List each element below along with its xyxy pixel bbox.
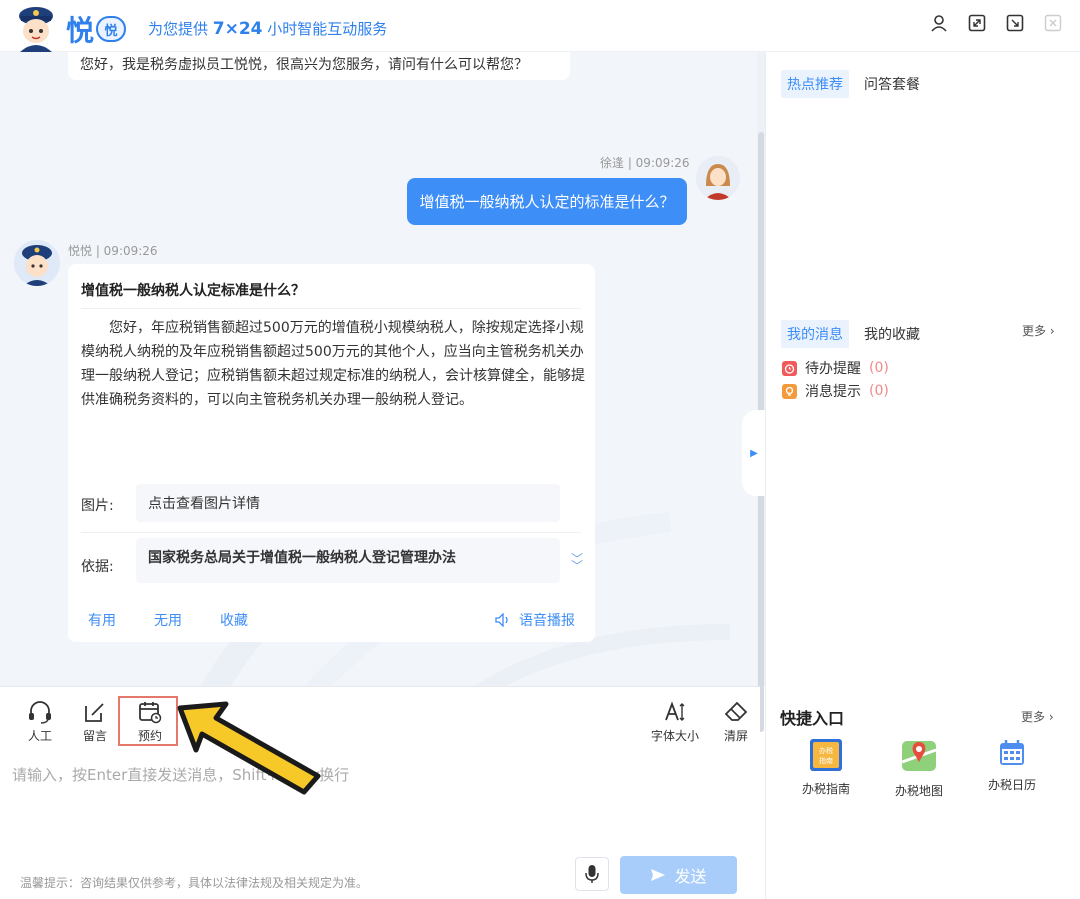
- tax-guide-entry[interactable]: 办税 指南 办税指南: [796, 738, 856, 797]
- window-controls: [928, 12, 1064, 34]
- slogan-prefix: 为您提供: [148, 20, 213, 38]
- user-question-bubble: 增值税一般纳税人认定的标准是什么？: [407, 178, 687, 225]
- user-message-meta: 徐逢 | 09:09:26: [600, 156, 690, 170]
- microphone-icon: [585, 865, 599, 883]
- brand-logo: 悦 悦: [66, 9, 127, 49]
- collapse-panel-button[interactable]: ▶: [742, 410, 766, 496]
- divider: [81, 532, 581, 533]
- notice-count: (0): [869, 383, 889, 399]
- todo-reminder-label: 待办提醒: [805, 361, 861, 377]
- tax-guide-icon-text-2: 指南: [819, 756, 833, 765]
- notice-label: 消息提示: [805, 384, 861, 400]
- font-size-button[interactable]: 字体大小: [647, 700, 703, 744]
- font-size-icon: [665, 701, 685, 721]
- tax-map-entry[interactable]: 办税地图: [889, 738, 949, 799]
- maximize-icon[interactable]: [966, 12, 988, 34]
- image-label: 图片:: [81, 498, 114, 514]
- tax-map-label: 办税地图: [894, 784, 943, 798]
- font-size-label: 字体大小: [650, 729, 699, 743]
- answer-title: 增值税一般纳税人认定标准是什么？: [81, 280, 581, 309]
- useless-button[interactable]: 无用: [154, 610, 182, 630]
- close-icon[interactable]: [1042, 12, 1064, 34]
- voice-broadcast-button[interactable]: 语音播报: [495, 610, 575, 630]
- user-avatar-icon: [696, 156, 740, 200]
- disclaimer-tip: 温馨提示：咨询结果仅供参考，具体以法律法规及相关规定为准。: [20, 876, 369, 890]
- chevron-down-icon[interactable]: ﹀: [571, 550, 583, 567]
- eraser-icon: [724, 701, 748, 721]
- bot-avatar-icon: [14, 240, 60, 286]
- tab-hot-recommend[interactable]: 热点推荐: [781, 70, 849, 98]
- edit-icon: [85, 703, 104, 722]
- answer-body: 您好，年应税销售额超过500万元的增值税小规模纳税人，除按规定选择小规模纳税人纳…: [81, 320, 585, 408]
- todo-reminder-item[interactable]: 待办提醒 (0): [782, 358, 889, 378]
- chat-scrollbar[interactable]: [757, 52, 765, 732]
- human-service-button[interactable]: 人工: [18, 700, 62, 744]
- headset-icon: [29, 701, 51, 724]
- favorite-button[interactable]: 收藏: [220, 610, 248, 630]
- tax-guide-icon: 办税指南: [810, 739, 842, 771]
- tab-qa-package[interactable]: 问答套餐: [864, 74, 920, 94]
- bulb-icon: [782, 383, 797, 399]
- quick-more-label: 更多: [1021, 710, 1046, 724]
- greeting-bubble: 您好，我是税务虚拟员工悦悦，很高兴为您服务，请问有什么可以帮您？: [68, 52, 570, 80]
- pointer-arrow-icon: [177, 701, 321, 795]
- quick-entry-title: 快捷入口: [780, 709, 845, 728]
- send-button[interactable]: 发送: [620, 856, 737, 894]
- chat-area[interactable]: 您好，我是税务虚拟员工悦悦，很高兴为您服务，请问有什么可以帮您？ 徐逢 | 09…: [0, 52, 757, 686]
- brand-char: 悦: [66, 14, 95, 47]
- messages-more-link[interactable]: 更多 ›: [1022, 322, 1055, 339]
- bot-message-meta: 悦悦 | 09:09:26: [68, 244, 158, 258]
- alarm-clock-icon: [782, 360, 797, 376]
- slogan-strong: 7×24: [212, 19, 263, 39]
- bot-avatar: [14, 240, 60, 286]
- tax-guide-label: 办税指南: [801, 782, 850, 796]
- answer-actions: 有用 无用 收藏: [88, 610, 248, 630]
- messages-more-label: 更多: [1022, 324, 1047, 338]
- app-header: 悦 悦 为您提供 7×24 小时智能互动服务: [0, 0, 1080, 52]
- basis-label: 依据:: [81, 559, 114, 575]
- image-detail-link[interactable]: 点击查看图片详情: [136, 484, 560, 522]
- send-label: 发送: [674, 867, 707, 886]
- tax-calendar-label: 办税日历: [987, 778, 1036, 792]
- user-avatar: [696, 156, 740, 200]
- brand-badge: 悦: [96, 16, 127, 42]
- leave-message-label: 留言: [82, 729, 107, 743]
- leave-message-button[interactable]: 留言: [73, 700, 117, 744]
- user-icon[interactable]: [928, 12, 950, 34]
- voice-broadcast-label: 语音播报: [519, 613, 575, 629]
- tax-calendar-entry[interactable]: 办税日历: [982, 738, 1042, 793]
- tab-my-favorites[interactable]: 我的收藏: [864, 324, 920, 344]
- calendar-icon: [1000, 740, 1024, 765]
- map-pin-icon: [901, 741, 937, 771]
- tax-guide-icon-text-1: 办税: [819, 746, 833, 755]
- minimize-icon[interactable]: [1004, 12, 1026, 34]
- speaker-icon: [495, 613, 508, 627]
- send-icon: [651, 869, 666, 881]
- answer-card: 增值税一般纳税人认定标准是什么？ 您好，年应税销售额超过500万元的增值税小规模…: [68, 264, 595, 642]
- tab-my-messages[interactable]: 我的消息: [781, 320, 849, 348]
- clear-screen-label: 清屏: [723, 729, 748, 743]
- slogan-suffix: 小时智能互动服务: [262, 20, 388, 38]
- quick-more-link[interactable]: 更多 ›: [1021, 708, 1054, 725]
- todo-reminder-count: (0): [869, 360, 889, 376]
- voice-input-button[interactable]: [575, 857, 609, 891]
- notice-item[interactable]: 消息提示 (0): [782, 381, 889, 401]
- yueyue-avatar-icon: [19, 7, 53, 52]
- slogan: 为您提供 7×24 小时智能互动服务: [148, 18, 387, 39]
- useful-button[interactable]: 有用: [88, 610, 116, 630]
- human-service-label: 人工: [27, 729, 52, 743]
- clear-screen-button[interactable]: 清屏: [714, 700, 758, 744]
- basis-item-2[interactable]: 国家税务总局关于增值税一般纳税人登记管理办法: [136, 538, 560, 576]
